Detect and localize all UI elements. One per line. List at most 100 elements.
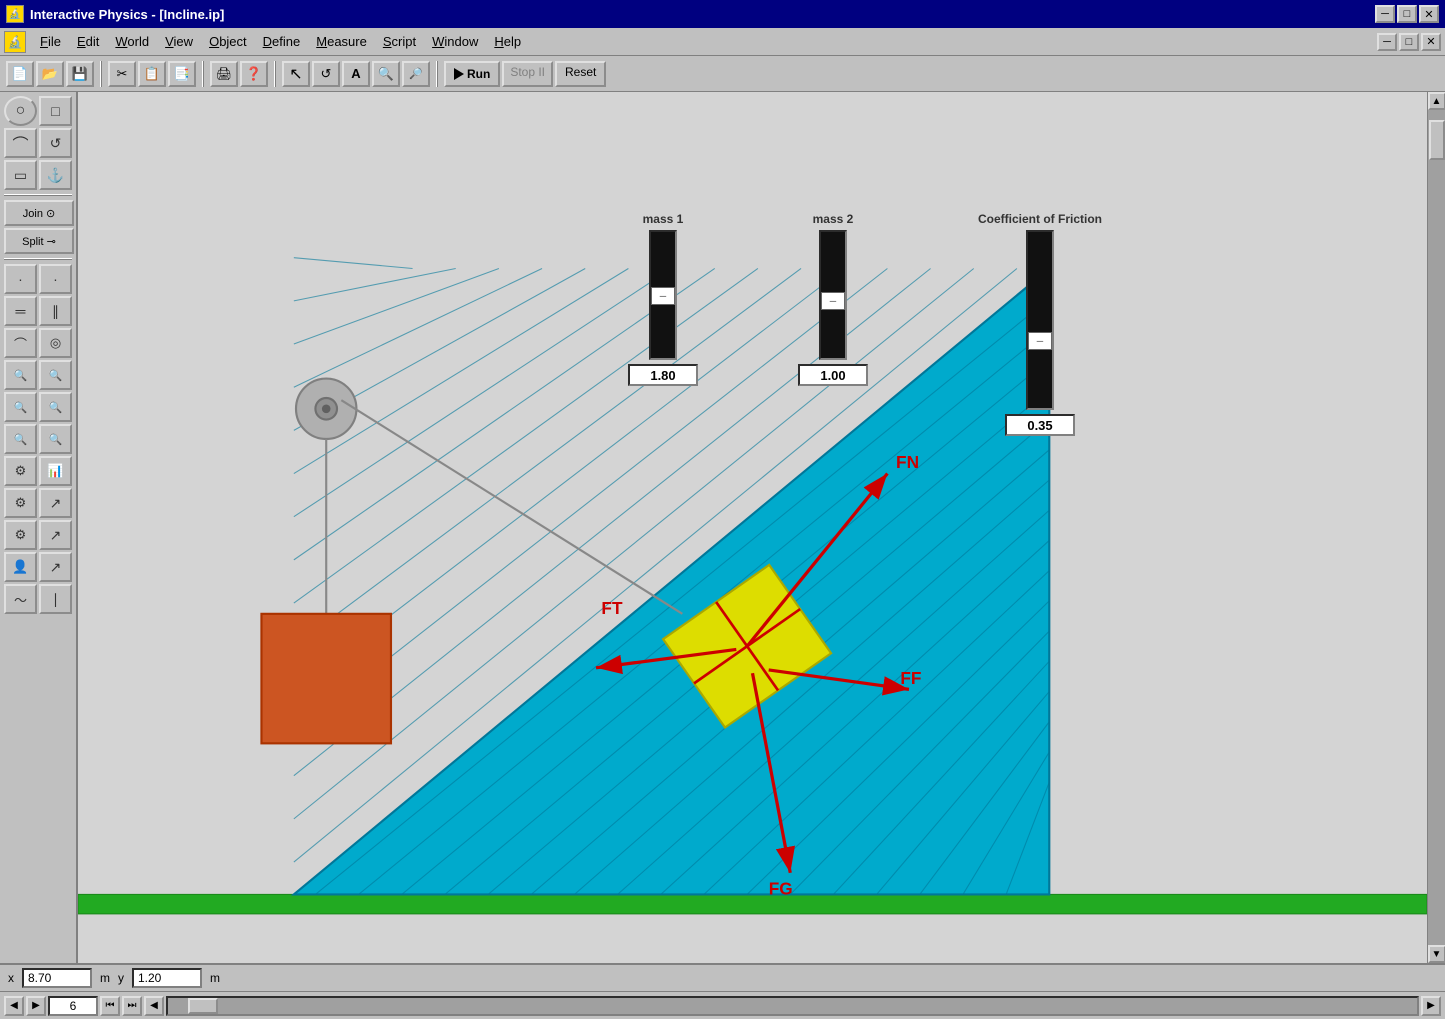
step-fwd-button[interactable]: ⏭ xyxy=(122,996,142,1016)
scroll-down-button[interactable]: ▼ xyxy=(1428,945,1445,963)
wave-tool[interactable]: 〜 xyxy=(4,584,37,614)
friction-track[interactable]: ─ xyxy=(1026,230,1054,410)
cut-button[interactable]: ✂ xyxy=(108,61,136,87)
line-tool[interactable]: ▭ xyxy=(4,160,37,190)
svg-text:FF: FF xyxy=(900,668,921,688)
anchor-tool[interactable]: ⚓ xyxy=(39,160,72,190)
close-button[interactable]: ✕ xyxy=(1419,5,1439,23)
toolbox-sep2 xyxy=(4,258,72,260)
run-button[interactable]: Run xyxy=(444,61,500,87)
dot-tool[interactable]: · xyxy=(39,264,72,294)
point-tool[interactable]: · xyxy=(4,264,37,294)
save-button[interactable]: 💾 xyxy=(66,61,94,87)
copy-button[interactable]: 📋 xyxy=(138,61,166,87)
mass1-track[interactable]: ─ xyxy=(649,230,677,360)
minimize-button[interactable]: ─ xyxy=(1375,5,1395,23)
menu-close-button[interactable]: ✕ xyxy=(1421,33,1441,51)
measure-tool2[interactable]: 🔍 xyxy=(39,392,72,422)
scroll-up-button[interactable]: ▲ xyxy=(1428,92,1445,110)
spring-tool[interactable]: ⌒ xyxy=(4,328,37,358)
svg-text:FG: FG xyxy=(769,878,793,898)
print-button[interactable]: 🖨 xyxy=(210,61,238,87)
arrow-tool2[interactable]: ↗ xyxy=(39,520,72,550)
rectangle-tool[interactable]: □ xyxy=(39,96,72,126)
y-value[interactable] xyxy=(132,968,202,988)
help-button[interactable]: ❓ xyxy=(240,61,268,87)
menu-object[interactable]: Object xyxy=(201,31,255,52)
prev-button[interactable]: ◀ xyxy=(4,996,24,1016)
menu-minimize-button[interactable]: ─ xyxy=(1377,33,1397,51)
gear-tool[interactable]: ⚙ xyxy=(4,456,37,486)
mass2-handle[interactable]: ─ xyxy=(821,292,845,310)
title-bar-buttons: ─ □ ✕ xyxy=(1375,5,1439,23)
scroll-right-button[interactable]: ▶ xyxy=(1421,996,1441,1016)
join-button[interactable]: Join ⊙ xyxy=(4,200,74,226)
gear-tool3[interactable]: ⚙ xyxy=(4,520,37,550)
friction-slider-container: Coefficient of Friction ─ 0.35 xyxy=(978,212,1102,436)
select-tool[interactable]: ↖ xyxy=(282,61,310,87)
menu-view[interactable]: View xyxy=(157,31,201,52)
svg-text:FN: FN xyxy=(896,452,919,472)
hline-tool[interactable]: ═ xyxy=(4,296,37,326)
menu-measure[interactable]: Measure xyxy=(308,31,375,52)
tool-row-12: ⚙ ↗ xyxy=(4,520,72,550)
zoom-out-tool[interactable]: 🔎 xyxy=(402,61,430,87)
vline-tool[interactable]: ∥ xyxy=(39,296,72,326)
tool-row-14: 〜 ∣ xyxy=(4,584,72,614)
x-value[interactable] xyxy=(22,968,92,988)
mass1-handle[interactable]: ─ xyxy=(651,287,675,305)
measure-tool4[interactable]: 🔍 xyxy=(39,424,72,454)
person-tool[interactable]: 👤 xyxy=(4,552,37,582)
measure-tool1[interactable]: 🔍 xyxy=(4,392,37,422)
frame-input[interactable] xyxy=(48,996,98,1016)
step-back-button[interactable]: ⏮ xyxy=(100,996,120,1016)
tool-row-10: ⚙ 📊 xyxy=(4,456,72,486)
zoom-in-tool[interactable]: 🔍 xyxy=(372,61,400,87)
gear-tool2[interactable]: ⚙ xyxy=(4,488,37,518)
arrow-tool3[interactable]: ↗ xyxy=(39,552,72,582)
tool-row-2: ⌒ ↺ xyxy=(4,128,72,158)
motor-tool[interactable]: 🔍 xyxy=(4,360,37,390)
menu-window[interactable]: Window xyxy=(424,31,486,52)
split-button[interactable]: Split ⊸ xyxy=(4,228,74,254)
open-button[interactable]: 📂 xyxy=(36,61,64,87)
mass1-slider-container: mass 1 ─ 1.80 xyxy=(628,212,698,386)
actuator-tool[interactable]: 🔍 xyxy=(39,360,72,390)
menu-define[interactable]: Define xyxy=(255,31,309,52)
arrow-tool[interactable]: ↗ xyxy=(39,488,72,518)
rewind-button[interactable]: ◀ xyxy=(144,996,164,1016)
circle-tool[interactable]: ○ xyxy=(4,96,37,126)
menu-file[interactable]: File xyxy=(32,31,69,52)
play-button[interactable]: ▶ xyxy=(26,996,46,1016)
measure-tool3[interactable]: 🔍 xyxy=(4,424,37,454)
rotate-tool[interactable]: ↺ xyxy=(39,128,72,158)
svg-text:FT: FT xyxy=(601,598,623,618)
mass2-track[interactable]: ─ xyxy=(819,230,847,360)
arc-tool[interactable]: ⌒ xyxy=(4,128,37,158)
undo-tool[interactable]: ↺ xyxy=(312,61,340,87)
friction-handle[interactable]: ─ xyxy=(1028,332,1052,350)
menu-maximize-button[interactable]: □ xyxy=(1399,33,1419,51)
scroll-track[interactable] xyxy=(1428,110,1445,945)
graph-tool[interactable]: 📊 xyxy=(39,456,72,486)
bottom-scroll-thumb[interactable] xyxy=(188,998,218,1014)
new-button[interactable]: 📄 xyxy=(6,61,34,87)
tool-row-1: ○ □ xyxy=(4,96,72,126)
menu-world[interactable]: World xyxy=(107,31,157,52)
canvas-area[interactable]: FN FT FF FG mass 1 ─ 1.80 xyxy=(78,92,1427,963)
reset-button[interactable]: Reset xyxy=(555,61,606,87)
maximize-button[interactable]: □ xyxy=(1397,5,1417,23)
bottom-scrollbar[interactable] xyxy=(166,996,1419,1016)
menu-edit[interactable]: Edit xyxy=(69,31,107,52)
scroll-thumb[interactable] xyxy=(1429,120,1445,160)
tool-row-11: ⚙ ↗ xyxy=(4,488,72,518)
bar-tool[interactable]: ∣ xyxy=(39,584,72,614)
status-bar: x m y m xyxy=(0,963,1445,991)
stop-button[interactable]: Stop II xyxy=(502,61,553,87)
menu-help[interactable]: Help xyxy=(486,31,529,52)
damper-tool[interactable]: ◎ xyxy=(39,328,72,358)
menu-script[interactable]: Script xyxy=(375,31,424,52)
paste-button[interactable]: 📑 xyxy=(168,61,196,87)
tool-row-4: · · xyxy=(4,264,72,294)
text-tool[interactable]: A xyxy=(342,61,370,87)
